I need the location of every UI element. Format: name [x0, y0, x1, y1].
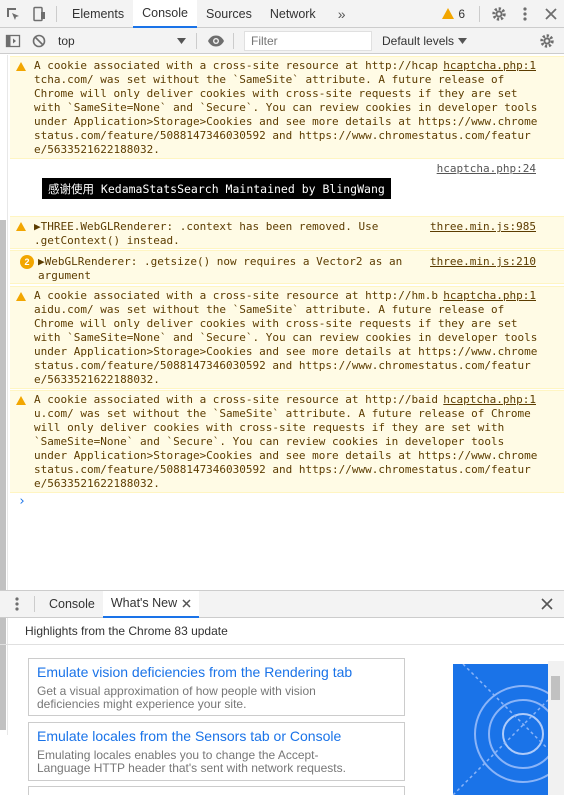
close-tab-icon[interactable] [182, 598, 191, 608]
styled-log-banner: 感谢使用 KedamaStatsSearch Maintained by Bli… [42, 178, 391, 199]
console-toolbar: top Default levels [0, 28, 564, 54]
more-tabs-button[interactable]: » [329, 0, 355, 27]
message-line[interactable]: ▶THREE.WebGLRenderer: .context has been … [34, 220, 378, 234]
console-warning-message: 2 ▶WebGLRenderer: .getsize() now require… [10, 250, 564, 284]
toolbar-divider [233, 32, 234, 49]
card-description: Emulating locales enables you to change … [37, 749, 396, 775]
message-line: e/5633521622188032. [34, 143, 160, 156]
dropdown-arrow-icon [177, 37, 186, 44]
card-title[interactable]: Emulate vision deficiencies from the Ren… [37, 664, 396, 681]
settings-gear-icon[interactable] [486, 0, 512, 27]
drawer-menu-icon[interactable] [4, 591, 30, 618]
context-selector[interactable]: top [52, 31, 192, 51]
card-description: Get a visual approximation of how people… [37, 685, 396, 711]
message-line[interactable]: ▶WebGLRenderer: .getsize() now requires … [38, 255, 402, 269]
warning-icon [16, 222, 26, 231]
console-warning-message: A cookie associated with a cross-site re… [10, 56, 564, 159]
message-line: status.com/feature/5088147346030592 and … [34, 463, 531, 476]
message-line: `SameSite=None` and `Secure`. You can re… [34, 435, 505, 448]
filter-input[interactable] [244, 30, 372, 51]
message-line: status.com/feature/5088147346030592 and … [34, 129, 531, 142]
log-levels-dropdown[interactable]: Default levels [382, 33, 468, 48]
message-line: status.com/feature/5088147346030592 and … [34, 359, 531, 372]
repeat-count-badge: 2 [20, 255, 34, 269]
warning-icon [16, 396, 26, 405]
drawer-tab-label: What's New [110, 596, 178, 610]
chrome-update-promo-image [453, 664, 548, 795]
message-line: e/5633521622188032. [34, 477, 160, 490]
close-drawer-icon[interactable] [534, 591, 560, 618]
context-value: top [58, 33, 75, 48]
source-link[interactable]: hcaptcha.php:1 [443, 289, 536, 303]
console-settings-gear-icon[interactable] [534, 27, 560, 54]
message-line: e/5633521622188032. [34, 373, 160, 386]
tab-sources[interactable]: Sources [197, 0, 261, 27]
message-line: A cookie associated with a cross-site re… [34, 393, 438, 406]
levels-label: Default levels [382, 33, 455, 48]
whats-new-heading: Highlights from the Chrome 83 update [0, 618, 564, 645]
toolbar-divider [196, 32, 197, 49]
drawer-tab-bar: Console What's New [0, 590, 564, 618]
console-prompt[interactable]: › [18, 494, 26, 509]
message-line: Chrome will only deliver cookies with cr… [34, 87, 518, 100]
message-line: with `SameSite=None` and `Secure`. You c… [34, 331, 538, 344]
drawer-tab-console[interactable]: Console [41, 591, 103, 618]
inspect-element-icon[interactable] [0, 0, 26, 27]
toolbar-divider [56, 5, 57, 22]
card-title[interactable]: Emulate locales from the Sensors tab or … [37, 728, 396, 745]
warning-counter[interactable]: 6 [442, 7, 465, 21]
dropdown-arrow-icon [458, 37, 468, 44]
tab-elements[interactable]: Elements [63, 0, 133, 27]
warning-icon [16, 62, 26, 71]
source-link[interactable]: hcaptcha.php:1 [443, 393, 536, 407]
kebab-menu-icon[interactable] [512, 0, 538, 27]
tab-console[interactable]: Console [133, 0, 197, 28]
message-line: A cookie associated with a cross-site re… [34, 59, 438, 72]
close-devtools-icon[interactable] [538, 0, 564, 27]
message-line: will only deliver cookies with cross-sit… [34, 421, 505, 434]
drawer-tab-whats-new[interactable]: What's New [102, 590, 200, 618]
message-line: with `SameSite=None` and `Secure`. You c… [34, 101, 538, 114]
sidebar-toggle-icon[interactable] [0, 27, 26, 54]
message-line: argument [38, 269, 91, 282]
message-line: under Application>Storage>Cookies and se… [34, 449, 538, 462]
source-link[interactable]: three.min.js:210 [430, 255, 536, 269]
message-line: tcha.com/ was set without the `SameSite`… [34, 73, 505, 86]
devtools-tab-bar: Elements Console Sources Network » 6 [0, 0, 564, 28]
feature-card[interactable]: Emulate vision deficiencies from the Ren… [28, 658, 405, 716]
message-line: A cookie associated with a cross-site re… [34, 289, 438, 302]
toolbar-divider [479, 5, 480, 22]
console-warning-message: A cookie associated with a cross-site re… [10, 390, 564, 493]
console-warning-message: ▶THREE.WebGLRenderer: .context has been … [10, 216, 564, 249]
console-warning-message: A cookie associated with a cross-site re… [10, 286, 564, 389]
message-line: u.com/ was set without the `SameSite` at… [34, 407, 531, 420]
warning-icon [16, 292, 26, 301]
card-desc-line: deficiencies might experience your site. [37, 697, 247, 711]
message-line: aidu.com/ was set without the `SameSite`… [34, 303, 505, 316]
device-toolbar-icon[interactable] [26, 0, 52, 27]
message-line: under Application>Storage>Cookies and se… [34, 115, 538, 128]
toolbar-divider [34, 596, 35, 612]
drawer-scrollbar-thumb[interactable] [551, 676, 560, 700]
message-line: under Application>Storage>Cookies and se… [34, 345, 538, 358]
source-link[interactable]: hcaptcha.php:24 [437, 162, 536, 176]
live-expression-eye-icon[interactable] [203, 27, 229, 54]
feature-card[interactable]: Emulate locales from the Sensors tab or … [28, 722, 405, 781]
warning-count: 6 [458, 6, 465, 21]
source-link[interactable]: hcaptcha.php:1 [443, 59, 536, 73]
feature-card[interactable] [28, 786, 405, 795]
message-line: Chrome will only deliver cookies with cr… [34, 317, 518, 330]
clear-console-icon[interactable] [26, 27, 52, 54]
tab-network[interactable]: Network [261, 0, 325, 27]
source-link[interactable]: three.min.js:985 [430, 220, 536, 234]
console-scrollbar[interactable] [0, 220, 6, 730]
message-line: .getContext() instead. [34, 234, 180, 247]
card-desc-line: Language HTTP header that's sent with ne… [37, 761, 346, 775]
warning-icon [442, 8, 455, 19]
